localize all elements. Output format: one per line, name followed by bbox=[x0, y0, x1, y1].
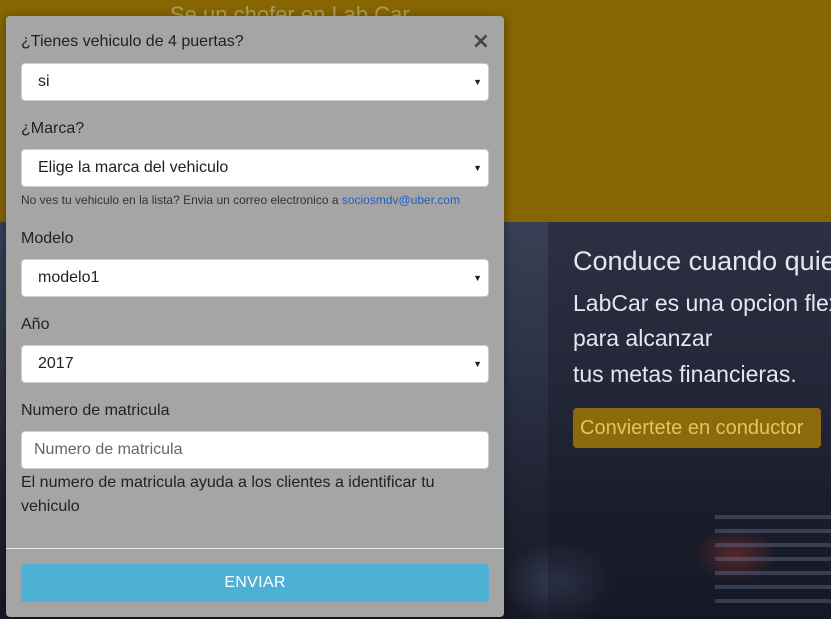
driver-registration-modal: × ¿Tienes vehiculo de 4 puertas? si ▼ ¿M… bbox=[6, 16, 504, 617]
hero-dashboard-image bbox=[715, 515, 831, 605]
submit-button[interactable]: ENVIAR bbox=[21, 564, 489, 602]
hero-line-1: LabCar es una opcion flexible bbox=[573, 290, 831, 316]
hero-line-3: tus metas financieras. bbox=[573, 361, 797, 387]
close-icon[interactable]: × bbox=[472, 31, 490, 53]
support-email-link[interactable]: sociosmdv@uber.com bbox=[342, 193, 460, 207]
doors-select-value: si bbox=[38, 73, 50, 90]
doors-select[interactable]: si ▼ bbox=[21, 63, 489, 101]
page: Se un chofer en Lab Car Conduce cuando q… bbox=[0, 0, 831, 619]
model-select-value: modelo1 bbox=[38, 269, 100, 286]
plate-help-text: El numero de matricula ayuda a los clien… bbox=[21, 474, 435, 515]
caret-down-icon: ▼ bbox=[473, 273, 482, 283]
brand-select[interactable]: Elige la marca del vehiculo ▼ bbox=[21, 149, 489, 187]
year-select[interactable]: 2017 ▼ bbox=[21, 345, 489, 383]
year-label: Año bbox=[21, 316, 50, 333]
become-driver-button[interactable]: Conviertete en conductor bbox=[573, 408, 821, 448]
doors-label: ¿Tienes vehiculo de 4 puertas? bbox=[21, 33, 244, 50]
plate-input[interactable] bbox=[21, 431, 489, 469]
brand-select-value: Elige la marca del vehiculo bbox=[38, 159, 229, 176]
caret-down-icon: ▼ bbox=[473, 77, 482, 87]
caret-down-icon: ▼ bbox=[473, 359, 482, 369]
hero-line-2: para alcanzar bbox=[573, 325, 713, 351]
model-label: Modelo bbox=[21, 230, 74, 247]
brand-help-text: No ves tu vehiculo en la lista? Envia un… bbox=[21, 192, 460, 208]
year-select-value: 2017 bbox=[38, 355, 74, 372]
caret-down-icon: ▼ bbox=[473, 163, 482, 173]
plate-label: Numero de matricula bbox=[21, 402, 170, 419]
brand-help-prefix: No ves tu vehiculo en la lista? Envia un… bbox=[21, 193, 342, 207]
modal-footer-divider bbox=[6, 548, 504, 549]
hero-title: Conduce cuando quieras bbox=[573, 246, 831, 276]
brand-label: ¿Marca? bbox=[21, 120, 85, 137]
model-select[interactable]: modelo1 ▼ bbox=[21, 259, 489, 297]
